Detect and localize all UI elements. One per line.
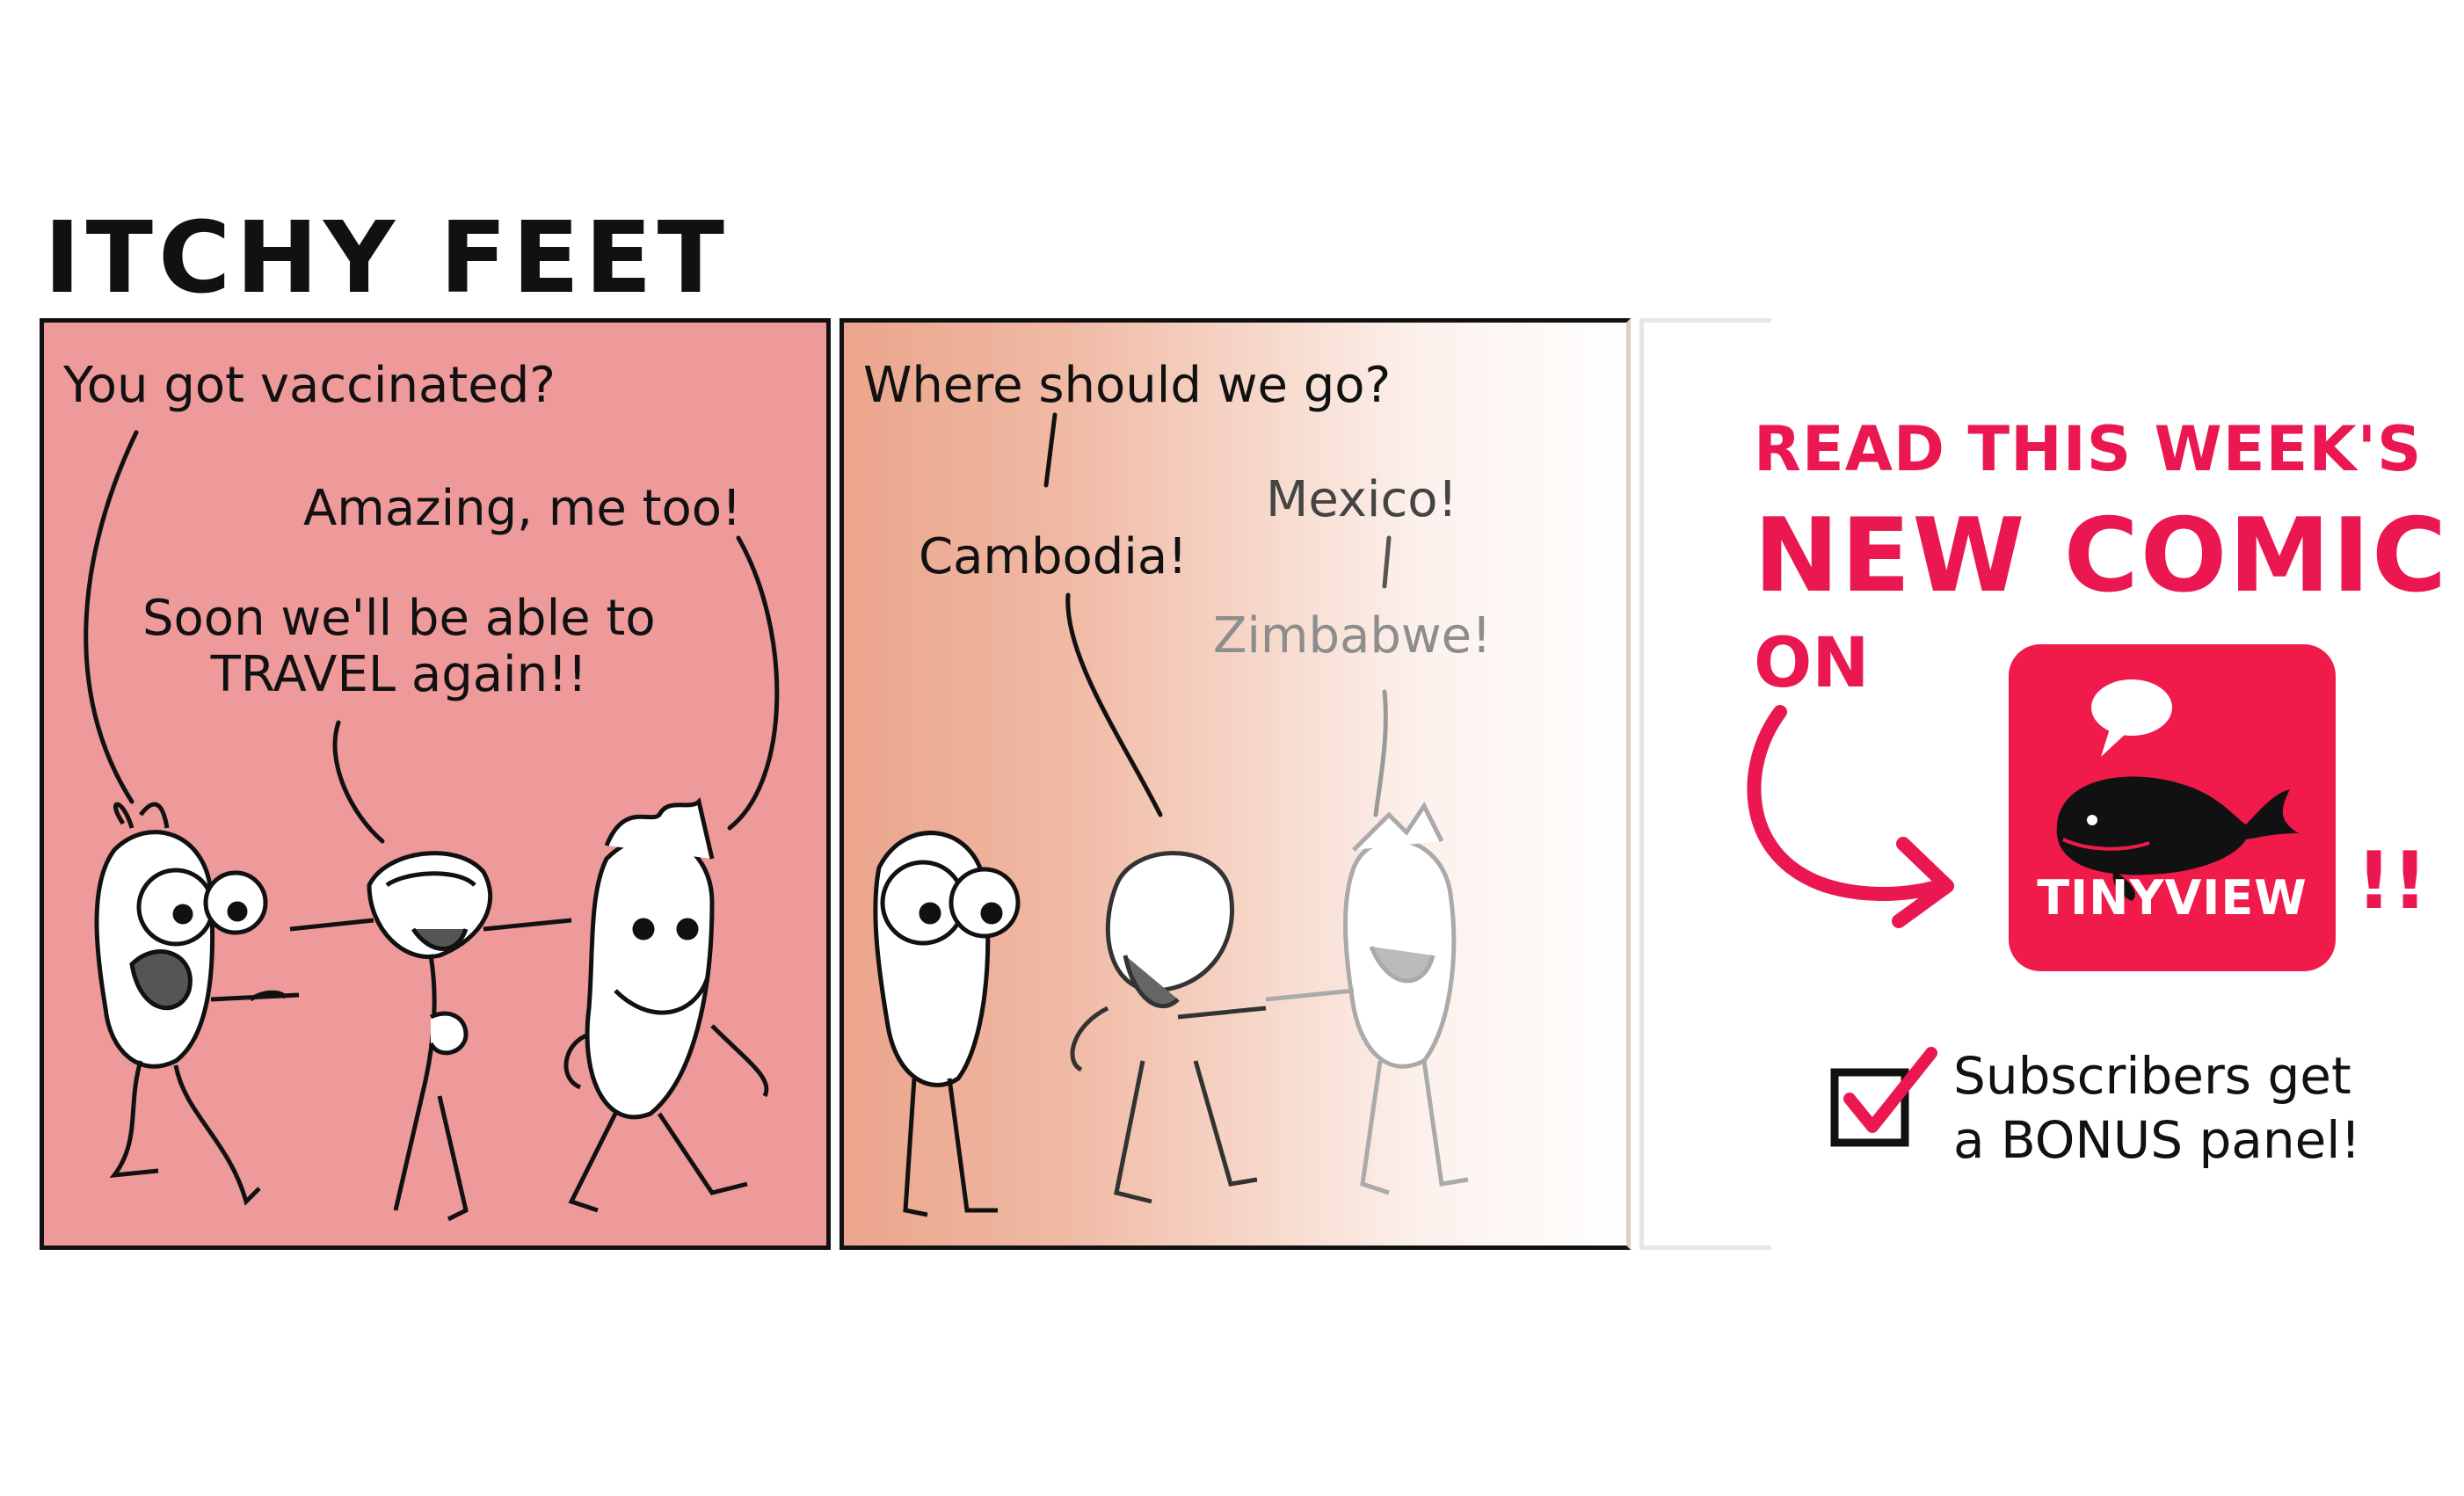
speech-bubble-travel: Soon we'll be able to TRAVEL again!! [142,590,656,704]
checkbox-icon [1830,1047,1937,1147]
curved-arrow-icon [1747,705,1954,928]
tinyview-logo-text: TINYVIEW [2037,870,2308,926]
comic-title: ITCHY FEET [44,201,730,316]
speech-bubble-icon [2091,679,2172,757]
promo-heading-line2: NEW COMIC [1754,497,2449,615]
speech-bubble-where-go: Where should we go? [863,357,1392,414]
tinyview-app-link[interactable]: TINYVIEW [2009,644,2336,971]
panel-2-artwork [873,412,1469,1217]
speech-bubble-vaccinated: You got vaccinated? [63,357,556,414]
exclamation-marks: !! [2356,835,2429,927]
panel-1-artwork [84,430,780,1222]
speech-bubble-mexico: Mexico! [1266,471,1457,528]
comic-panel-1: You got vaccinated? Amazing, me too! Soo… [40,318,831,1250]
comic-panel-2: Where should we go? Cambodia! Mexico! Zi… [840,318,1631,1250]
speech-bubble-me-too: Amazing, me too! [303,480,742,537]
promo-heading-line1: READ THIS WEEK'S [1754,413,2423,485]
subscriber-bonus-note: Subscribers get a BONUS panel! [1953,1046,2361,1170]
speech-bubble-cambodia: Cambodia! [919,528,1188,585]
speech-bubble-zimbabwe: Zimbabwe! [1213,607,1492,664]
